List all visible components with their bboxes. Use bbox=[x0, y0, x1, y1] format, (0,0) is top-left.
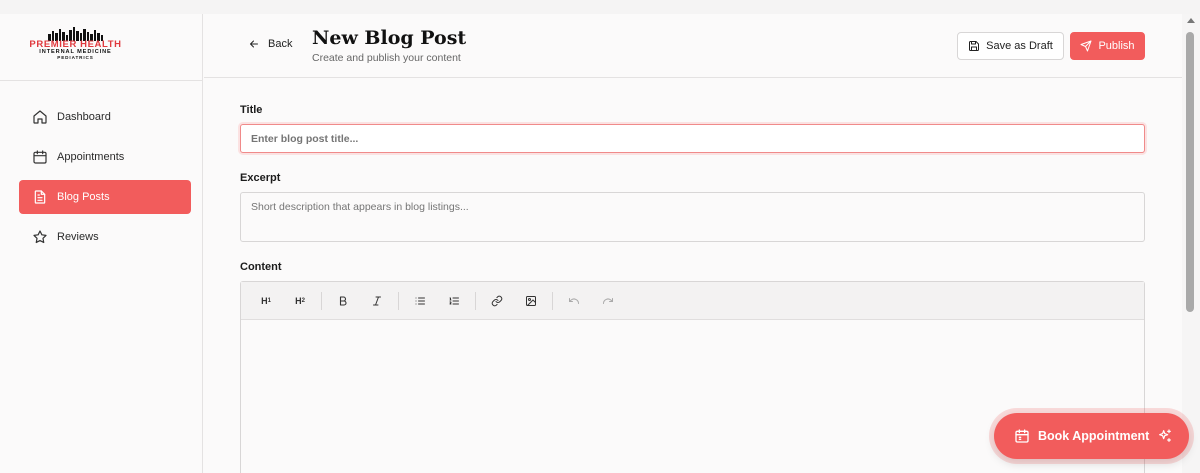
publish-button[interactable]: Publish bbox=[1070, 32, 1145, 60]
home-icon bbox=[32, 109, 48, 125]
brand-name: PREMIER HEALTH bbox=[29, 39, 122, 50]
numbered-list-button[interactable] bbox=[439, 288, 469, 314]
book-appointment-button[interactable]: Book Appointment bbox=[994, 413, 1189, 459]
back-label: Back bbox=[268, 38, 293, 50]
scrollbar-thumb[interactable] bbox=[1186, 32, 1194, 312]
sparkles-icon bbox=[1157, 428, 1173, 444]
bullet-list-button[interactable] bbox=[405, 288, 435, 314]
sidebar: PREMIER HEALTH INTERNAL MEDICINE PEDIATR… bbox=[0, 14, 203, 473]
page-header: Back New Blog Post Create and publish yo… bbox=[204, 14, 1182, 78]
sidebar-item-blog-posts[interactable]: Blog Posts bbox=[19, 180, 191, 214]
back-button[interactable]: Back bbox=[248, 38, 292, 50]
sidebar-item-label: Reviews bbox=[57, 231, 99, 243]
publish-label: Publish bbox=[1098, 40, 1135, 52]
toolbar-divider bbox=[321, 291, 322, 310]
top-strip bbox=[0, 0, 1200, 14]
save-draft-button[interactable]: Save as Draft bbox=[957, 32, 1064, 60]
heading-2-button[interactable]: H2 bbox=[285, 288, 315, 314]
scroll-up-arrow-icon[interactable] bbox=[1187, 18, 1195, 23]
save-draft-label: Save as Draft bbox=[986, 40, 1053, 52]
sidebar-item-appointments[interactable]: Appointments bbox=[19, 140, 191, 174]
book-appointment-label: Book Appointment bbox=[1038, 429, 1150, 443]
excerpt-label: Excerpt bbox=[240, 172, 281, 184]
link-icon bbox=[491, 295, 503, 306]
title-label: Title bbox=[240, 104, 263, 116]
sidebar-item-label: Dashboard bbox=[57, 111, 111, 123]
bullet-list-icon bbox=[415, 297, 425, 304]
sidebar-item-label: Blog Posts bbox=[57, 191, 110, 203]
brand-logo[interactable]: PREMIER HEALTH INTERNAL MEDICINE PEDIATR… bbox=[29, 27, 122, 60]
redo-icon bbox=[603, 297, 613, 304]
calendar-icon bbox=[1014, 428, 1030, 444]
sidebar-item-dashboard[interactable]: Dashboard bbox=[19, 100, 191, 134]
star-icon bbox=[32, 229, 48, 245]
image-icon bbox=[526, 295, 536, 306]
page-subtitle: Create and publish your content bbox=[312, 52, 461, 64]
italic-icon bbox=[373, 296, 381, 305]
bold-icon bbox=[339, 295, 347, 306]
link-button[interactable] bbox=[482, 288, 512, 314]
logo-area: PREMIER HEALTH INTERNAL MEDICINE PEDIATR… bbox=[0, 14, 202, 81]
italic-button[interactable] bbox=[362, 288, 392, 314]
toolbar-divider bbox=[398, 291, 399, 310]
numbered-list-icon bbox=[449, 297, 459, 304]
save-icon bbox=[969, 41, 980, 51]
heading-1-sub: 1 bbox=[267, 297, 271, 304]
app-root: PREMIER HEALTH INTERNAL MEDICINE PEDIATR… bbox=[0, 0, 1200, 473]
sidebar-item-label: Appointments bbox=[57, 151, 125, 163]
send-icon bbox=[1080, 40, 1092, 52]
arrow-left-icon bbox=[250, 40, 258, 48]
image-button[interactable] bbox=[516, 288, 546, 314]
editor-toolbar: H1 H2 bbox=[241, 282, 1144, 320]
document-icon bbox=[32, 189, 48, 205]
content-label: Content bbox=[240, 261, 282, 273]
undo-icon bbox=[569, 297, 579, 304]
page-title: New Blog Post bbox=[312, 27, 467, 49]
excerpt-input[interactable] bbox=[240, 192, 1145, 242]
heading-1-button[interactable]: H1 bbox=[251, 288, 281, 314]
title-input[interactable] bbox=[240, 124, 1145, 153]
toolbar-divider bbox=[552, 291, 553, 310]
page-scrollbar[interactable] bbox=[1182, 14, 1200, 473]
brand-subtitle-2: PEDIATRICS bbox=[57, 55, 94, 60]
calendar-icon bbox=[32, 149, 48, 165]
undo-button[interactable] bbox=[559, 288, 589, 314]
sidebar-nav: Dashboard Appointments Blog Posts Review… bbox=[19, 100, 191, 260]
heading-2-sub: 2 bbox=[301, 297, 305, 304]
bold-button[interactable] bbox=[328, 288, 358, 314]
sidebar-item-reviews[interactable]: Reviews bbox=[19, 220, 191, 254]
toolbar-divider bbox=[475, 291, 476, 310]
redo-button[interactable] bbox=[593, 288, 623, 314]
